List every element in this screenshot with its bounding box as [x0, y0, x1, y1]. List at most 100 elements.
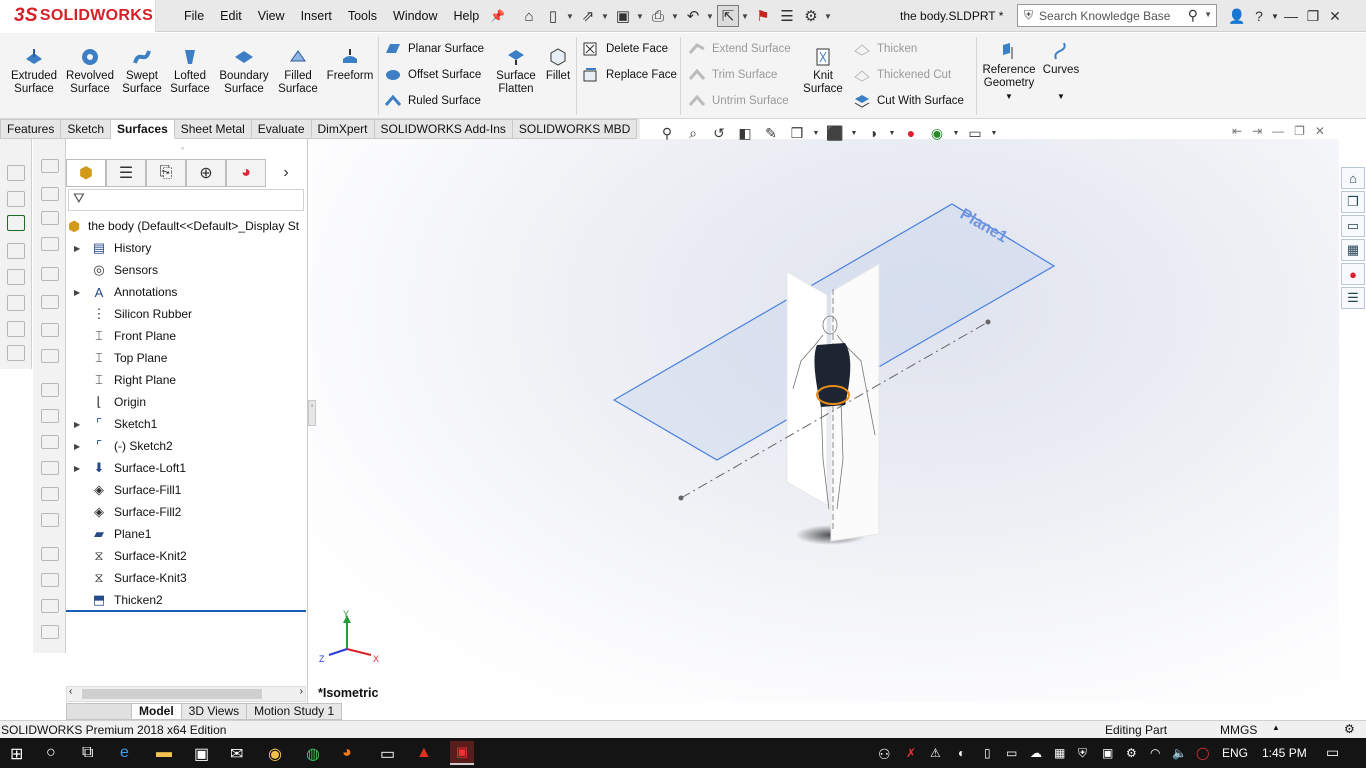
tool-icon[interactable]	[7, 191, 25, 207]
reference-geometry-dropdown-icon[interactable]: ▼	[1005, 92, 1013, 101]
zoom-to-area-icon[interactable]: ⌕	[682, 125, 704, 142]
boundary-surface-button[interactable]: Boundary Surface	[216, 47, 272, 96]
defender-icon[interactable]: ⛨	[1078, 746, 1087, 761]
tree-item[interactable]: ⌶ Top Plane	[74, 347, 167, 369]
edit-appearance-icon[interactable]: ●	[900, 125, 922, 141]
lofted-surface-button[interactable]: Lofted Surface	[166, 47, 214, 96]
design-library-icon[interactable]: ❒	[1341, 191, 1365, 213]
file-explorer-taskbar-icon[interactable]: ▬	[156, 744, 172, 762]
tree-item[interactable]: ▰ Plane1	[74, 523, 151, 545]
delete-face-button[interactable]: Delete Face	[582, 38, 668, 60]
onedrive-icon[interactable]: ☁	[1030, 746, 1042, 760]
freeform-button[interactable]: Freeform	[324, 47, 376, 83]
tool-icon[interactable]	[41, 383, 59, 397]
open-icon[interactable]: ⇗	[577, 5, 599, 27]
tool-icon[interactable]	[41, 487, 59, 501]
tool-icon[interactable]	[7, 345, 25, 361]
status-units[interactable]: MMGS	[1220, 723, 1257, 737]
viewport-close-icon[interactable]: ✕	[1315, 124, 1325, 138]
status-options-icon[interactable]: ⚙	[1344, 722, 1355, 736]
scroll-right-icon[interactable]: ›	[300, 686, 303, 697]
tree-item[interactable]: ⧖ Surface-Knit2	[74, 545, 186, 567]
curves-button[interactable]: Curves ▼	[1040, 41, 1082, 103]
tree-item[interactable]: ◈ Surface-Fill2	[74, 501, 181, 523]
zoom-to-fit-icon[interactable]: ⚲	[656, 125, 678, 142]
tool-icon[interactable]	[41, 513, 59, 527]
rollback-bar[interactable]	[66, 610, 306, 612]
undo-dropdown-icon[interactable]: ▼	[706, 12, 715, 21]
task-view-icon[interactable]: ⧉	[82, 744, 93, 762]
tree-item[interactable]: ◎ Sensors	[74, 259, 158, 281]
windows-start-icon[interactable]: ⊞	[10, 744, 23, 764]
hide-show-items-icon[interactable]: ◑	[862, 125, 884, 141]
volume-icon[interactable]: 🔈	[1172, 746, 1187, 760]
expand-arrow-icon[interactable]: ▶	[74, 288, 90, 297]
viewport-minimize-icon[interactable]: —	[1272, 124, 1284, 138]
help-icon[interactable]: ?	[1248, 8, 1270, 24]
rebuild-icon[interactable]: ⚑	[752, 5, 774, 27]
tree-item[interactable]: ▶ ⌜ Sketch1	[74, 413, 157, 435]
user-icon[interactable]: 👤	[1226, 8, 1248, 25]
menu-window[interactable]: Window	[385, 9, 445, 23]
tray-app-icon[interactable]: ▭	[1006, 746, 1017, 760]
tree-item[interactable]: ▶ ⬇ Surface-Loft1	[74, 457, 186, 479]
people-icon[interactable]: ⚇	[878, 746, 891, 763]
tool-icon[interactable]	[7, 295, 25, 311]
tree-item[interactable]: ▶ A Annotations	[74, 281, 177, 303]
tab-3d-views[interactable]: 3D Views	[181, 703, 248, 720]
tab-solidworks-mbd[interactable]: SOLIDWORKS MBD	[512, 119, 638, 139]
tree-item[interactable]: ⌶ Front Plane	[74, 325, 176, 347]
tool-icon[interactable]	[41, 599, 59, 613]
tool-icon[interactable]	[41, 625, 59, 639]
panel-tabs-more-icon[interactable]: ›	[266, 159, 306, 187]
tree-item[interactable]: ⬒ Thicken2	[74, 589, 163, 611]
view-orientation-icon[interactable]: ❒	[786, 125, 808, 142]
tool-icon[interactable]	[7, 321, 25, 337]
offset-surface-button[interactable]: Offset Surface	[384, 64, 481, 86]
thickened-body[interactable]	[814, 343, 851, 407]
section-view-icon[interactable]: ◧	[734, 125, 756, 142]
acrobat-icon[interactable]: ▲	[416, 744, 432, 762]
tab-features[interactable]: Features	[0, 119, 62, 139]
panel-collapse-handle[interactable]: ◦	[308, 400, 316, 426]
tool-icon[interactable]	[7, 243, 25, 259]
extruded-surface-button[interactable]: Extruded Surface	[6, 47, 62, 96]
thicken-button[interactable]: Thicken	[853, 38, 917, 60]
trim-surface-button[interactable]: Trim Surface	[688, 64, 777, 86]
tray-app-icon[interactable]: ▦	[1054, 746, 1065, 760]
graphics-area[interactable]: Plane1 Y X Z *Isometric	[309, 139, 1339, 703]
scroll-left-icon[interactable]: ‹	[69, 686, 72, 697]
tool-icon[interactable]	[7, 165, 25, 181]
tool-icon[interactable]	[41, 237, 59, 251]
solidworks-taskbar-icon[interactable]: ▣	[450, 741, 474, 765]
solidworks-logo[interactable]: 3S SOLIDWORKS	[0, 0, 156, 32]
tray-app-icon[interactable]: ✗	[906, 746, 916, 760]
appearances-icon[interactable]: ●	[1341, 263, 1365, 285]
tray-app-icon[interactable]: ◐	[958, 746, 965, 760]
view-orientation-dropdown-icon[interactable]: ▼	[812, 130, 820, 137]
tab-model[interactable]: Model	[132, 703, 182, 720]
edge-icon[interactable]: e	[120, 744, 129, 762]
configuration-manager-tab-icon[interactable]: ⎘	[146, 159, 186, 187]
dynamic-annotation-icon[interactable]: ✎	[760, 125, 782, 142]
curves-dropdown-icon[interactable]: ▼	[1057, 92, 1065, 101]
print-dropdown-icon[interactable]: ▼	[671, 12, 680, 21]
tool-icon[interactable]	[7, 269, 25, 285]
options-icon[interactable]: ⚙	[800, 5, 822, 27]
tab-navigation-arrows[interactable]	[66, 703, 132, 720]
cortana-icon[interactable]: ○	[46, 744, 56, 762]
tool-icon[interactable]	[41, 461, 59, 475]
new-dropdown-icon[interactable]: ▼	[566, 12, 575, 21]
tab-surfaces[interactable]: Surfaces	[111, 119, 175, 139]
clock[interactable]: 1:45 PM	[1262, 746, 1307, 760]
expand-arrow-icon[interactable]: ▶	[74, 464, 90, 473]
file-properties-icon[interactable]: ☰	[776, 5, 798, 27]
tab-sheet-metal[interactable]: Sheet Metal	[174, 119, 252, 139]
menu-insert[interactable]: Insert	[293, 9, 340, 23]
tree-item[interactable]: ⌊ Origin	[74, 391, 146, 413]
custom-properties-icon[interactable]: ☰	[1341, 287, 1365, 309]
property-manager-tab-icon[interactable]: ☰	[106, 159, 146, 187]
solidworks-resources-icon[interactable]: ⌂	[1341, 167, 1365, 189]
tree-item[interactable]: ◈ Surface-Fill1	[74, 479, 181, 501]
help-dropdown-icon[interactable]: ▼	[1270, 12, 1280, 21]
